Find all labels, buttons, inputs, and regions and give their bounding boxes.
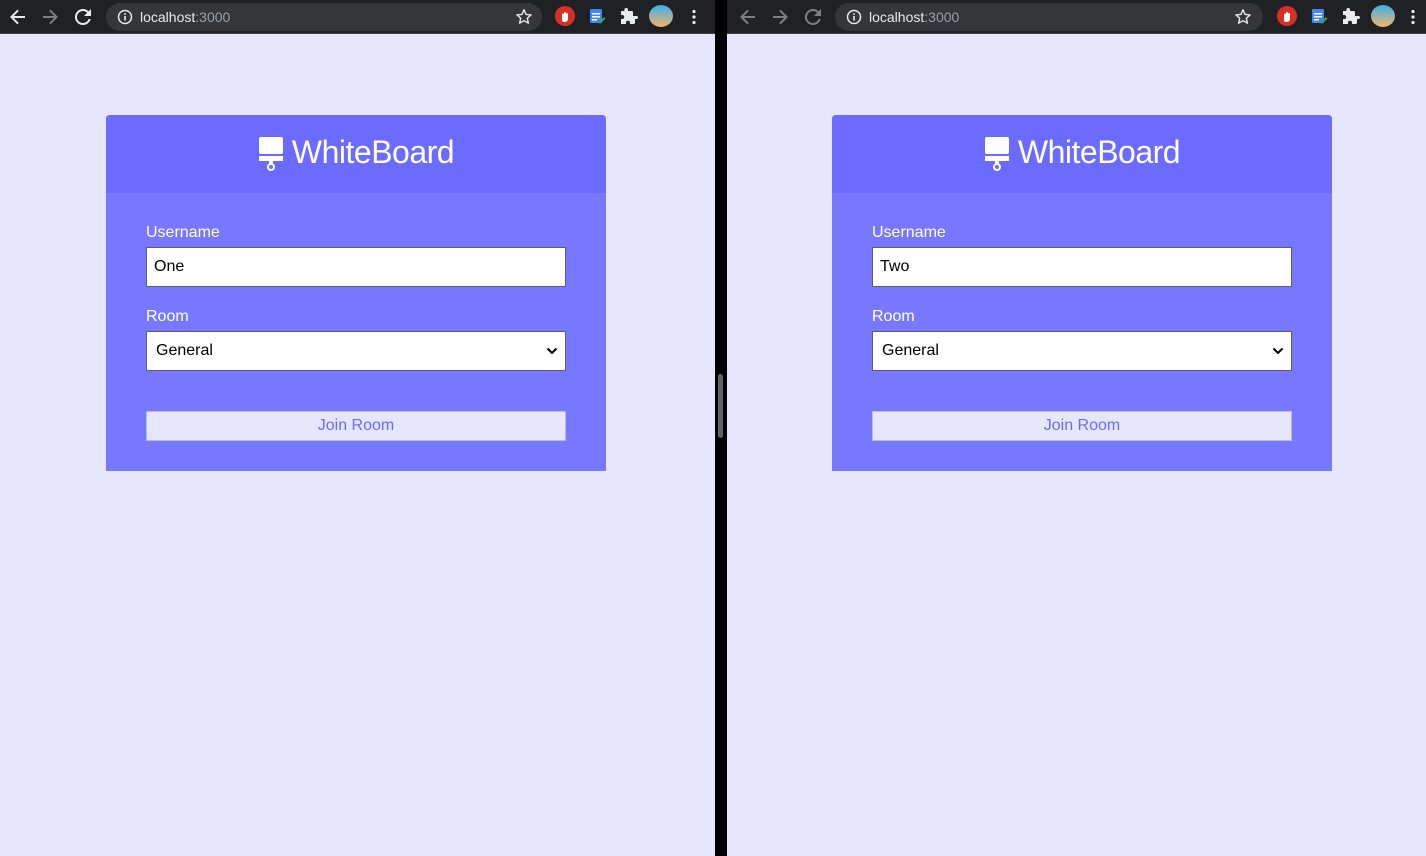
profile-avatar-icon[interactable]: [1371, 5, 1395, 27]
address-bar[interactable]: localhost:3000: [835, 3, 1263, 31]
url-text: localhost:3000: [869, 9, 959, 25]
address-bar[interactable]: localhost:3000: [106, 3, 542, 31]
url-port: :3000: [195, 9, 231, 25]
url-host: localhost: [140, 9, 196, 25]
url-port: :3000: [924, 9, 960, 25]
bookmark-star-icon[interactable]: [515, 8, 533, 26]
card-header: WhiteBoard: [832, 115, 1332, 193]
username-label: Username: [872, 224, 946, 241]
reload-icon[interactable]: [802, 6, 824, 28]
room-label: Room: [146, 308, 189, 325]
info-icon[interactable]: [117, 9, 133, 25]
profile-avatar-icon[interactable]: [649, 5, 673, 27]
app-title: WhiteBoard: [291, 134, 455, 170]
browser-toolbar: localhost:3000: [0, 0, 715, 34]
menu-icon[interactable]: [683, 6, 705, 28]
whiteboard-icon: [258, 136, 283, 171]
login-card: WhiteBoard Username One Room General Joi…: [106, 115, 606, 471]
join-room-button[interactable]: Join Room: [146, 411, 566, 441]
docs-extension-icon[interactable]: [1309, 6, 1329, 26]
username-input[interactable]: Two: [872, 247, 1292, 287]
browser-window-right: localhost:3000 WhiteBoard Username Two R…: [727, 0, 1426, 856]
divider-handle[interactable]: [718, 374, 723, 438]
screen: localhost:3000 WhiteBoard Username One R…: [0, 0, 1426, 856]
username-label: Username: [146, 224, 220, 241]
bookmark-star-icon[interactable]: [1234, 8, 1252, 26]
forward-icon[interactable]: [769, 6, 791, 28]
url-text: localhost:3000: [140, 9, 230, 25]
brand: WhiteBoard: [832, 134, 1332, 171]
adblock-extension-icon[interactable]: [555, 6, 575, 26]
browser-toolbar: localhost:3000: [727, 0, 1426, 34]
whiteboard-icon: [984, 136, 1009, 171]
url-host: localhost: [869, 9, 925, 25]
browser-window-left: localhost:3000 WhiteBoard Username One R…: [0, 0, 715, 856]
back-icon[interactable]: [737, 6, 759, 28]
chevron-down-icon: [546, 347, 558, 355]
adblock-extension-icon[interactable]: [1277, 6, 1297, 26]
join-room-button[interactable]: Join Room: [872, 411, 1292, 441]
docs-extension-icon[interactable]: [587, 6, 607, 26]
info-icon[interactable]: [846, 9, 862, 25]
brand: WhiteBoard: [106, 134, 606, 171]
back-icon[interactable]: [7, 6, 29, 28]
forward-icon[interactable]: [39, 6, 61, 28]
reload-icon[interactable]: [72, 6, 94, 28]
menu-icon[interactable]: [1405, 6, 1421, 28]
room-label: Room: [872, 308, 915, 325]
room-select-value: General: [156, 342, 213, 359]
card-header: WhiteBoard: [106, 115, 606, 193]
app-title: WhiteBoard: [1017, 134, 1181, 170]
room-select-value: General: [882, 342, 939, 359]
chevron-down-icon: [1272, 347, 1284, 355]
room-select[interactable]: General: [872, 331, 1292, 371]
login-card: WhiteBoard Username Two Room General Joi…: [832, 115, 1332, 471]
username-input[interactable]: One: [146, 247, 566, 287]
extension-icon[interactable]: [618, 6, 640, 28]
extension-icon[interactable]: [1340, 6, 1362, 28]
room-select[interactable]: General: [146, 331, 566, 371]
